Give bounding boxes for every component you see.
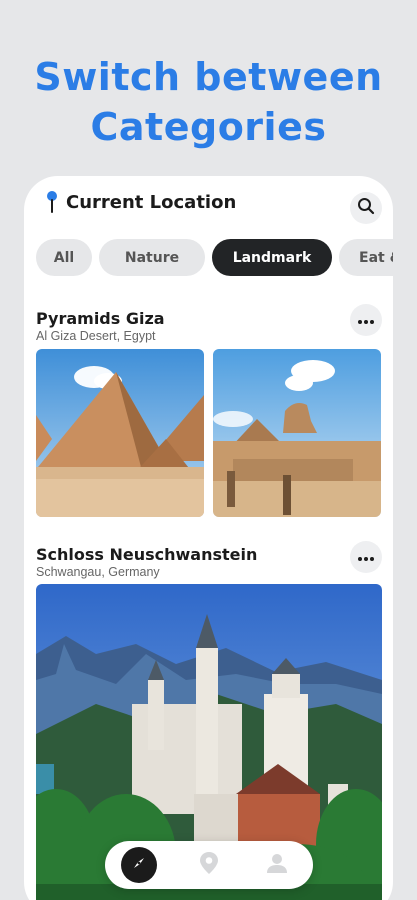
search-button[interactable] <box>350 192 382 224</box>
current-location-title[interactable]: Current Location <box>66 192 236 213</box>
post-more-button[interactable] <box>350 541 382 573</box>
location-pin-icon <box>46 190 58 214</box>
headline-line-1: Switch between <box>34 55 383 99</box>
category-chip-eat-drink[interactable]: Eat & Drink <box>339 239 393 276</box>
nav-profile-button[interactable] <box>259 847 295 883</box>
headline-line-2: Categories <box>90 105 327 149</box>
category-chip-all[interactable]: All <box>36 239 92 276</box>
post-more-button[interactable] <box>350 304 382 336</box>
post-location: Al Giza Desert, Egypt <box>36 329 156 343</box>
bottom-navigation <box>105 841 313 889</box>
map-pin-icon <box>199 851 219 880</box>
compass-icon <box>130 854 148 877</box>
post-title[interactable]: Pyramids Giza <box>36 309 165 328</box>
nav-explore-button[interactable] <box>121 847 157 883</box>
app-screen: Current Location All Nature Landmark Eat… <box>24 176 393 900</box>
pyramids-photo[interactable] <box>36 349 204 517</box>
promo-headline: Switch between Categories <box>0 52 417 152</box>
app-header: Current Location <box>24 176 393 232</box>
category-chips: All Nature Landmark Eat & Drink <box>36 239 393 277</box>
post-location: Schwangau, Germany <box>36 565 160 579</box>
nav-map-button[interactable] <box>191 847 227 883</box>
search-icon <box>357 197 375 220</box>
post-title[interactable]: Schloss Neuschwanstein <box>36 545 257 564</box>
profile-icon <box>266 852 288 879</box>
category-chip-landmark[interactable]: Landmark <box>212 239 332 276</box>
more-horizontal-icon <box>358 311 374 329</box>
sphinx-photo[interactable] <box>213 349 381 517</box>
more-horizontal-icon <box>358 548 374 566</box>
category-chip-nature[interactable]: Nature <box>99 239 205 276</box>
